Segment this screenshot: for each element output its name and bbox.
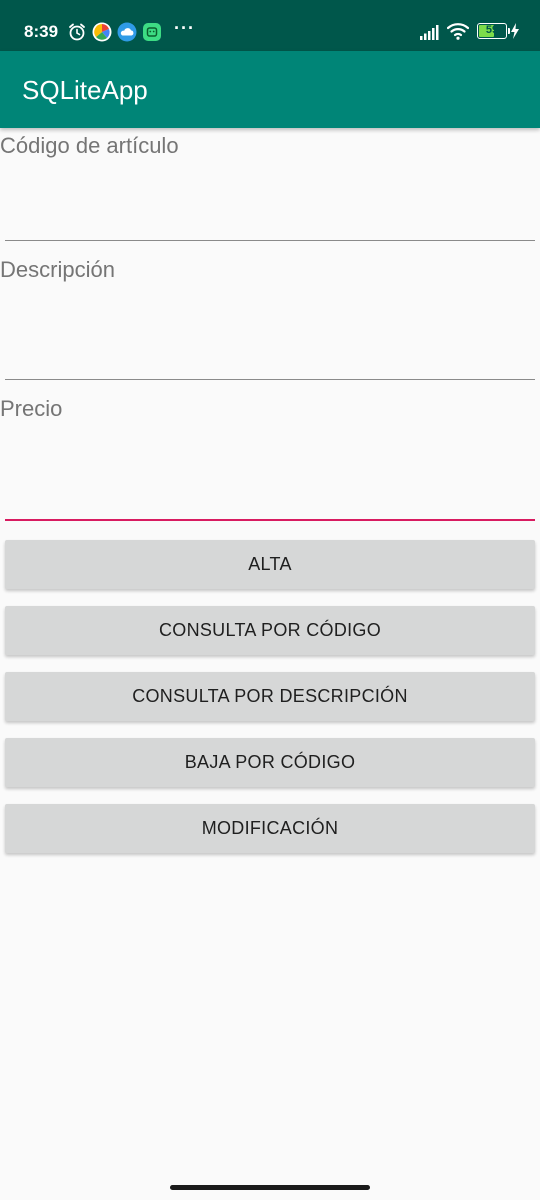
battery-level-text: 59	[485, 24, 499, 36]
app-bar: SQLiteApp	[0, 51, 540, 128]
charging-icon	[511, 23, 519, 39]
price-input[interactable]	[5, 481, 535, 521]
wifi-icon	[447, 23, 469, 40]
consulta-por-codigo-button[interactable]: CONSULTA POR CÓDIGO	[5, 606, 535, 655]
android-app-icon	[143, 23, 161, 41]
modificacion-button[interactable]: MODIFICACIÓN	[5, 804, 535, 853]
more-notifications-icon: ···	[174, 18, 195, 38]
price-label: Precio	[0, 396, 63, 421]
description-input[interactable]	[5, 340, 535, 380]
code-input[interactable]	[5, 201, 535, 241]
status-bar: 8:39 ··· 59	[0, 0, 540, 51]
app-title: SQLiteApp	[22, 75, 148, 105]
alarm-icon	[69, 23, 85, 41]
baja-por-codigo-button[interactable]: BAJA POR CÓDIGO	[5, 738, 535, 787]
code-label: Código de artículo	[0, 133, 179, 158]
pinwheel-app-icon	[92, 22, 112, 42]
home-gesture-bar[interactable]	[170, 1185, 370, 1190]
battery-icon: 59	[477, 23, 510, 39]
status-time: 8:39	[24, 22, 59, 41]
description-label: Descripción	[0, 257, 115, 282]
cloud-app-icon	[117, 22, 137, 42]
alta-button[interactable]: ALTA	[5, 540, 535, 589]
consulta-por-descripcion-button[interactable]: CONSULTA POR DESCRIPCIÓN	[5, 672, 535, 721]
signal-icon	[420, 25, 439, 40]
